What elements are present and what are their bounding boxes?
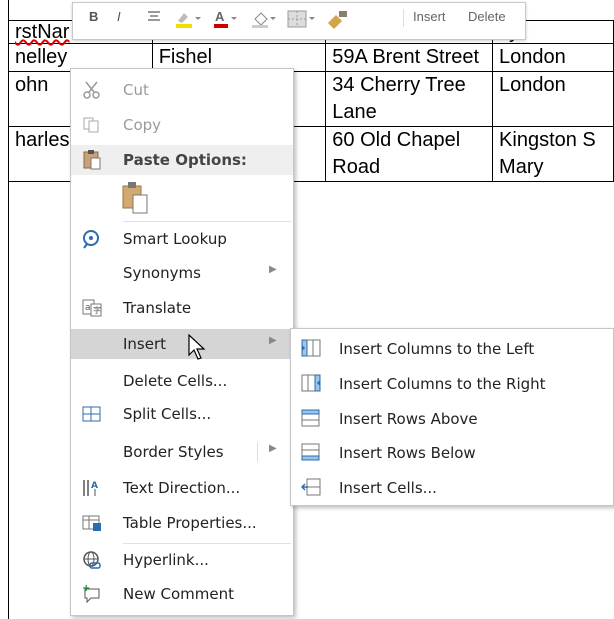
borders-icon[interactable] <box>287 9 317 32</box>
text-direction-icon: A <box>81 478 103 498</box>
copy-icon <box>81 115 103 135</box>
insert-column-right-icon <box>301 374 321 392</box>
menu-item-border-styles[interactable]: Border Styles ▶ <box>71 437 293 467</box>
menu-item-new-comment[interactable]: + New Comment <box>71 579 293 609</box>
insert-submenu: Insert Columns to the Left Insert Column… <box>290 328 614 506</box>
paste-options-header: Paste Options: <box>71 145 293 175</box>
menu-item-label: Insert <box>123 335 167 353</box>
clipboard-icon <box>81 149 103 175</box>
submenu-item-insert-cells[interactable]: Insert Cells... <box>291 470 613 504</box>
menu-item-translate[interactable]: a字 Translate <box>71 293 293 323</box>
menu-divider <box>123 543 291 544</box>
submenu-item-label: Insert Rows Below <box>339 444 476 462</box>
submenu-item-label: Insert Cells... <box>339 479 437 497</box>
split-divider <box>257 442 258 462</box>
table-cell[interactable]: 59A Brent Street <box>325 43 494 72</box>
menu-item-table-properties[interactable]: Table Properties... <box>71 508 293 538</box>
menu-item-label: Hyperlink... <box>123 551 209 569</box>
menu-item-cut[interactable]: Cut <box>71 75 293 105</box>
table-cell[interactable]: London <box>492 71 614 127</box>
svg-text:A: A <box>215 9 225 24</box>
submenu-item-insert-rows-above[interactable]: Insert Rows Above <box>291 401 613 435</box>
menu-item-synonyms[interactable]: Synonyms ▶ <box>71 258 293 288</box>
insert-row-below-icon <box>301 443 321 461</box>
menu-item-label: Copy <box>123 116 162 134</box>
center-align-icon[interactable] <box>147 9 161 26</box>
menu-item-insert[interactable]: Insert ▶ <box>71 329 293 359</box>
bold-button[interactable]: B <box>89 9 98 24</box>
insert-button[interactable]: Insert <box>413 9 446 24</box>
submenu-item-insert-columns-right[interactable]: Insert Columns to the Right <box>291 366 613 400</box>
insert-column-left-icon <box>301 339 321 357</box>
paste-keep-formatting-button[interactable] <box>119 181 151 215</box>
font-color-icon[interactable]: A <box>213 9 239 32</box>
chevron-right-icon: ▶ <box>269 443 277 454</box>
menu-item-smart-lookup[interactable]: Smart Lookup <box>71 224 293 254</box>
menu-item-label: Cut <box>123 81 149 99</box>
menu-item-label: Split Cells... <box>123 405 212 423</box>
format-painter-icon[interactable] <box>325 9 351 32</box>
chevron-right-icon: ▶ <box>269 264 277 275</box>
menu-item-label: Delete Cells... <box>123 372 228 390</box>
menu-item-label: Translate <box>123 299 192 317</box>
hyperlink-icon <box>81 550 103 570</box>
svg-text:a: a <box>85 303 91 313</box>
delete-button[interactable]: Delete <box>468 9 506 24</box>
submenu-item-label: Insert Columns to the Left <box>339 340 535 358</box>
shading-icon[interactable] <box>251 9 277 32</box>
submenu-item-label: Insert Columns to the Right <box>339 375 546 393</box>
translate-icon: a字 <box>81 298 103 318</box>
table-properties-icon <box>81 513 103 533</box>
menu-item-text-direction[interactable]: A Text Direction... <box>71 473 293 503</box>
svg-text:+: + <box>82 584 90 594</box>
submenu-item-insert-rows-below[interactable]: Insert Rows Below <box>291 435 613 469</box>
paste-options-label: Paste Options: <box>123 151 247 169</box>
menu-item-label: Text Direction... <box>123 479 241 497</box>
menu-item-label: Table Properties... <box>123 514 257 532</box>
split-cells-icon <box>81 404 103 424</box>
menu-item-hyperlink[interactable]: Hyperlink... <box>71 545 293 575</box>
italic-button[interactable]: I <box>117 9 121 24</box>
table-cell[interactable]: Kingston S Mary <box>492 126 614 182</box>
svg-text:字: 字 <box>93 305 101 315</box>
menu-item-copy[interactable]: Copy <box>71 110 293 140</box>
submenu-item-label: Insert Rows Above <box>339 410 478 428</box>
context-menu: Cut Copy Paste Options: Smart Lookup Syn… <box>70 68 294 616</box>
mouse-pointer-icon <box>188 333 206 362</box>
menu-item-label: Border Styles <box>123 443 224 461</box>
menu-item-split-cells[interactable]: Split Cells... <box>71 399 293 429</box>
menu-item-label: New Comment <box>123 585 234 603</box>
insert-row-above-icon <box>301 409 321 427</box>
table-cell[interactable]: 34 Cherry Tree Lane <box>325 71 494 127</box>
chevron-right-icon: ▶ <box>269 335 277 346</box>
smart-lookup-icon <box>81 229 103 249</box>
table-cell[interactable]: 60 Old Chapel Road <box>325 126 494 182</box>
menu-item-label: Smart Lookup <box>123 230 227 248</box>
highlight-color-icon[interactable] <box>175 9 201 32</box>
insert-cells-icon <box>300 478 321 496</box>
paste-icon <box>122 182 148 214</box>
new-comment-icon: + <box>81 583 103 604</box>
mini-toolbar: B I A Insert Delete <box>72 2 526 40</box>
scissors-icon <box>81 80 103 100</box>
menu-divider <box>123 221 291 222</box>
menu-item-delete-cells[interactable]: Delete Cells... <box>71 366 293 396</box>
submenu-item-insert-columns-left[interactable]: Insert Columns to the Left <box>291 331 613 365</box>
menu-item-label: Synonyms <box>123 264 201 282</box>
toolbar-divider <box>403 9 404 27</box>
table-cell[interactable]: London <box>492 43 614 72</box>
